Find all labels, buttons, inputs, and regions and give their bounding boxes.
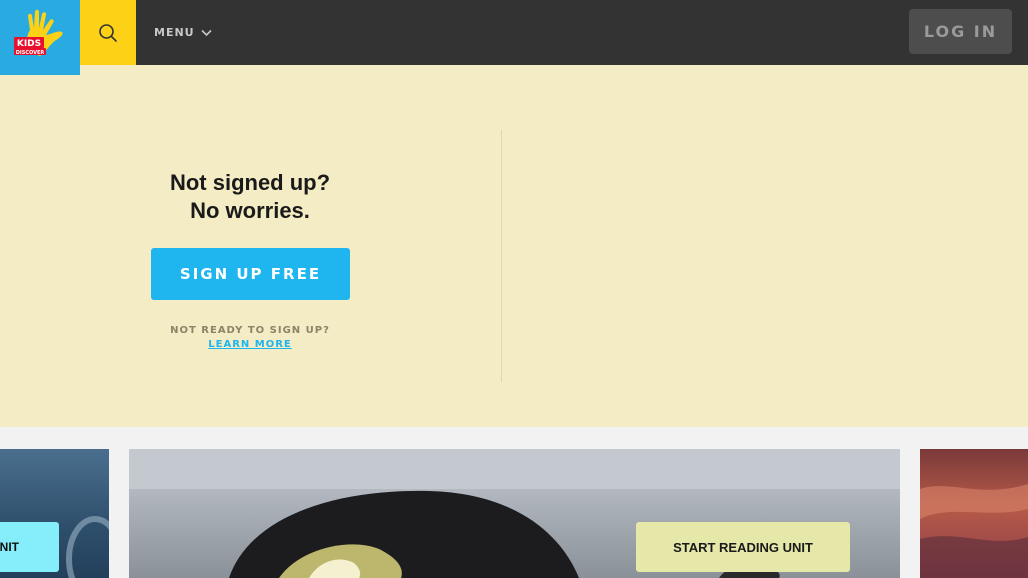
start-reading-button-previous[interactable]: UNIT: [0, 522, 59, 572]
headline-line-1: Not signed up?: [169, 170, 331, 195]
sign-up-free-button[interactable]: SIGN UP FREE: [151, 248, 350, 300]
unit-image-next: [920, 484, 1028, 578]
search-button[interactable]: [80, 0, 136, 65]
svg-text:KIDS: KIDS: [17, 39, 41, 49]
unit-card-next[interactable]: [920, 449, 1028, 578]
menu-label: MENU: [154, 26, 195, 39]
login-button[interactable]: LOG IN: [909, 9, 1012, 54]
search-icon: [99, 23, 117, 42]
signup-headline: Not signed up? No worries.: [100, 169, 400, 225]
kids-discover-logo[interactable]: KIDS DISCOVER: [0, 0, 80, 75]
menu-button[interactable]: MENU: [154, 0, 212, 65]
headline-line-2: No worries.: [190, 198, 310, 223]
svg-text:DISCOVER: DISCOVER: [16, 50, 45, 56]
unit-carousel: UNIT START READING UNIT: [0, 427, 1028, 578]
unit-card-previous[interactable]: UNIT: [0, 449, 109, 578]
chevron-down-icon: [201, 29, 212, 36]
logo-hand-icon: KIDS DISCOVER: [14, 9, 63, 56]
not-ready-text: NOT READY TO SIGN UP?: [170, 325, 330, 336]
section-divider: [501, 130, 502, 382]
signup-section: Not signed up? No worries. SIGN UP FREE …: [0, 65, 1028, 427]
start-reading-unit-button[interactable]: START READING UNIT: [636, 522, 850, 572]
learn-more-link[interactable]: LEARN MORE: [100, 339, 400, 350]
unit-card-current[interactable]: START READING UNIT: [129, 449, 900, 578]
